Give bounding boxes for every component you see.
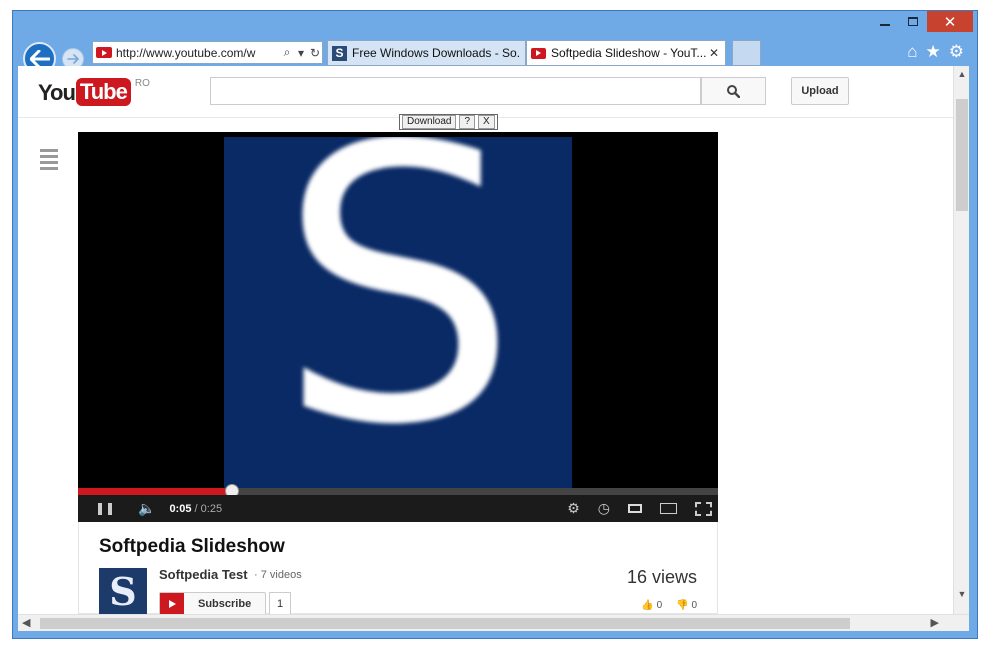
address-url[interactable]: http://www.youtube.com/w: [116, 46, 280, 60]
tab-label: Softpedia Slideshow - YouT...: [551, 46, 707, 60]
subscribe-button[interactable]: Subscribe: [159, 592, 267, 614]
watch-later-icon[interactable]: ◷: [598, 500, 610, 517]
youtube-icon: [160, 593, 184, 614]
new-tab-button[interactable]: [732, 40, 761, 66]
current-time: 0:05: [169, 502, 192, 515]
small-player-icon[interactable]: [628, 504, 642, 513]
youtube-header: You Tube RO Upload: [18, 66, 953, 118]
volume-icon[interactable]: 🔈: [138, 500, 155, 517]
like-count: 0: [656, 600, 663, 611]
vertical-scroll-thumb[interactable]: [956, 99, 968, 211]
address-bar[interactable]: http://www.youtube.com/w ⌕ ▾ ↻: [92, 41, 323, 64]
like-button[interactable]: 👍 0: [641, 600, 662, 611]
video-frame: S: [224, 137, 572, 492]
horizontal-scrollbar[interactable]: ◀ ▶: [18, 614, 969, 631]
refresh-icon[interactable]: ↻: [308, 46, 322, 60]
fullscreen-icon[interactable]: [695, 501, 712, 516]
region-code: RO: [134, 78, 150, 89]
maximize-button[interactable]: [899, 11, 927, 32]
dislike-button[interactable]: 👎 0: [676, 600, 697, 611]
settings-gear-icon[interactable]: ⚙: [567, 500, 580, 517]
search-button[interactable]: [701, 77, 766, 105]
browser-right-icons: ⌂ ★ ⚙: [907, 42, 964, 62]
horizontal-scroll-thumb[interactable]: [40, 618, 850, 629]
tab-close-icon[interactable]: ✕: [707, 46, 721, 60]
maximize-icon: [908, 17, 918, 26]
scroll-right-icon[interactable]: ▶: [931, 615, 939, 632]
youtube-icon: [531, 47, 546, 59]
scroll-up-icon[interactable]: ▲: [954, 66, 969, 82]
favorites-star-icon[interactable]: ★: [926, 42, 941, 62]
youtube-logo[interactable]: You Tube RO: [38, 78, 150, 106]
logo-tube: Tube: [75, 78, 131, 106]
dislike-count: 0: [691, 600, 697, 611]
page-viewport: You Tube RO Upload Download ? X S 🔈 0:05…: [18, 66, 969, 614]
thumbs-up-icon: 👍: [641, 600, 654, 611]
scroll-left-icon[interactable]: ◀: [22, 615, 30, 632]
slide-letter: S: [277, 137, 519, 492]
time-display: 0:05 / 0:25: [169, 503, 222, 515]
pause-icon[interactable]: [98, 502, 112, 515]
logo-you: You: [38, 80, 76, 105]
video-title: Softpedia Slideshow: [99, 536, 285, 557]
view-count: 16 views: [626, 567, 697, 587]
guide-menu-icon[interactable]: [40, 149, 58, 173]
player-controls: 🔈 0:05 / 0:25 ⚙ ◷: [78, 495, 718, 522]
minimize-icon: [880, 23, 890, 26]
download-button[interactable]: Download: [402, 115, 457, 129]
softpedia-s-icon: S: [332, 45, 347, 61]
duration: 0:25: [200, 502, 223, 515]
tab-label: Free Windows Downloads - So...: [352, 46, 521, 60]
progress-bar[interactable]: [78, 484, 718, 498]
download-helper-bar: Download ? X: [399, 114, 498, 130]
video-player[interactable]: S 🔈 0:05 / 0:25 ⚙ ◷: [78, 132, 718, 522]
player-right-controls: ⚙ ◷: [567, 500, 712, 517]
upload-button[interactable]: Upload: [791, 77, 849, 105]
like-dislike-bar: 👍 0 👎 0: [641, 600, 697, 611]
search-icon: [727, 84, 740, 98]
subscriber-count: 1: [269, 592, 291, 614]
dropdown-icon[interactable]: ▾: [294, 46, 308, 60]
close-helper-button[interactable]: X: [478, 115, 495, 129]
help-button[interactable]: ?: [459, 115, 476, 129]
vertical-scrollbar[interactable]: ▲ ▼: [953, 66, 969, 614]
close-window-button[interactable]: ✕: [927, 11, 973, 32]
scroll-down-icon[interactable]: ▼: [954, 586, 969, 602]
site-favicon-icon: [96, 47, 112, 58]
subscribe-label: Subscribe: [198, 598, 252, 610]
caption-buttons: ✕: [871, 11, 973, 32]
video-info: Softpedia Slideshow S Softpedia Test · 7…: [78, 522, 718, 614]
search-icon[interactable]: ⌕: [280, 45, 294, 60]
thumbs-down-icon: 👎: [676, 600, 689, 611]
forward-arrow-icon: [67, 54, 79, 64]
settings-gear-icon[interactable]: ⚙: [949, 42, 964, 62]
back-arrow-icon: [29, 49, 50, 68]
progress-fill: [78, 488, 232, 495]
search-input[interactable]: [210, 77, 701, 105]
channel-name[interactable]: Softpedia Test: [159, 567, 248, 582]
channel-avatar[interactable]: S: [99, 568, 147, 614]
tab-softpedia-slideshow[interactable]: Softpedia Slideshow - YouT... ✕: [526, 40, 726, 66]
minimize-button[interactable]: [871, 11, 899, 32]
large-player-icon[interactable]: [660, 503, 677, 514]
tab-softpedia-downloads[interactable]: S Free Windows Downloads - So...: [327, 40, 526, 66]
channel-video-count[interactable]: · 7 videos: [254, 569, 302, 581]
home-icon[interactable]: ⌂: [907, 42, 917, 62]
